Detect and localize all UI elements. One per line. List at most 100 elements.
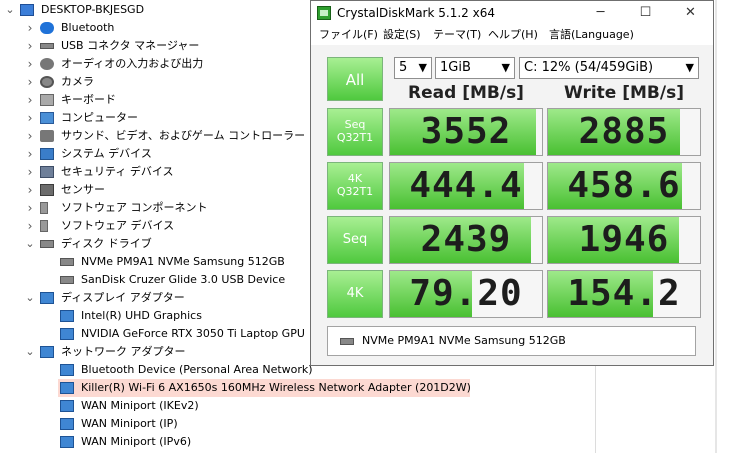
chevron-right-icon[interactable]: › [24,199,36,217]
chevron-right-icon[interactable]: › [24,91,36,109]
system-icon [40,148,54,160]
test-sublabel: Q32T1 [336,185,374,198]
chevron-right-icon[interactable]: › [24,127,36,145]
test-label: Seq [342,232,368,247]
size-value: 1GiB [440,60,471,75]
camera-icon [40,76,54,88]
chevron-right-icon[interactable]: › [24,163,36,181]
tree-device[interactable]: NVMe PM9A1 NVMe Samsung 512GB [0,253,310,271]
tree-category[interactable]: › オーディオの入力および出力 [0,55,310,73]
test-button[interactable]: Seq [327,216,383,264]
tree-label: キーボード [61,93,116,106]
security-icon [40,166,54,178]
write-result-cell: 458.6 [547,162,701,210]
count-value: 5 [399,60,408,75]
write-result-cell: 154.2 [547,270,701,318]
tree-device[interactable]: Killer(R) Wi-Fi 6 AX1650s 160MHz Wireles… [58,379,471,397]
menu-language[interactable]: 言語(Language) [549,25,634,45]
tree-device[interactable]: Intel(R) UHD Graphics [0,307,310,325]
read-result-cell: 79.20 [389,270,543,318]
test-button[interactable]: 4K [327,270,383,318]
tree-label: WAN Miniport (IPv6) [81,435,192,448]
chevron-down-icon: ▼ [418,61,427,74]
menu-bar: ファイル(F) 設定(S) テーマ(T) ヘルプ(H) 言語(Language) [311,25,713,45]
tree-device[interactable]: Bluetooth Device (Personal Area Network) [0,361,313,379]
disk-icon [60,258,74,266]
chevron-right-icon[interactable]: › [24,55,36,73]
keyboard-icon [40,94,54,106]
write-result-value: 1946 [578,219,670,260]
tree-category[interactable]: › システム デバイス [0,145,310,163]
maximize-button[interactable]: ☐ [623,1,668,25]
chevron-down-icon[interactable]: ⌄ [4,1,16,19]
all-button[interactable]: All [327,57,383,101]
tree-device[interactable]: WAN Miniport (IKEv2) [0,397,310,415]
minimize-button[interactable]: ─ [578,1,623,25]
tree-category[interactable]: › キーボード [0,91,310,109]
drive-select[interactable]: C: 12% (54/459GiB) ▼ [519,57,699,79]
tree-category[interactable]: ⌄ ディスプレイ アダプター [0,289,310,307]
tree-category[interactable]: › コンピューター [0,109,310,127]
tree-device[interactable]: WAN Miniport (IP) [0,415,310,433]
sound-icon [40,130,54,142]
test-button[interactable]: Seq Q32T1 [327,108,383,156]
close-button[interactable]: ✕ [668,1,713,25]
test-button[interactable]: 4K Q32T1 [327,162,383,210]
tree-label: カメラ [61,75,94,88]
tree-device[interactable]: NVIDIA GeForce RTX 3050 Ti Laptop GPU [0,325,310,343]
tree-category[interactable]: › サウンド、ビデオ、およびゲーム コントローラー [0,127,310,145]
menu-theme[interactable]: テーマ(T) [433,25,481,45]
tree-gutter [595,366,716,453]
computer-icon [20,4,34,16]
write-result-cell: 2885 [547,108,701,156]
tree-root[interactable]: ⌄ DESKTOP-BKJESGD [0,1,310,19]
tree-label: サウンド、ビデオ、およびゲーム コントローラー [61,129,306,142]
chevron-right-icon[interactable]: › [24,145,36,163]
tree-category[interactable]: › USB コネクタ マネージャー [0,37,310,55]
chevron-down-icon[interactable]: ⌄ [24,343,36,361]
tree-category[interactable]: › Bluetooth [0,19,310,37]
tree-category[interactable]: ⌄ ディスク ドライブ [0,235,310,253]
display-adapter-icon [40,292,54,304]
software-icon [40,202,48,214]
tree-label: ディスク ドライブ [61,237,152,250]
chevron-down-icon[interactable]: ⌄ [24,235,36,253]
display-adapter-icon [60,328,74,340]
test-label: 4K [346,286,364,301]
count-select[interactable]: 5 ▼ [394,57,432,79]
tree-label: WAN Miniport (IP) [81,417,178,430]
tree-category[interactable]: › カメラ [0,73,310,91]
tree-category[interactable]: › ソフトウェア コンポーネント [0,199,310,217]
title-bar[interactable]: CrystalDiskMark 5.1.2 x64 ─ ☐ ✕ [311,1,713,25]
chevron-right-icon[interactable]: › [24,109,36,127]
network-icon [40,346,54,358]
chevron-down-icon[interactable]: ⌄ [24,289,36,307]
disk-icon [60,276,74,284]
chevron-right-icon[interactable]: › [24,37,36,55]
menu-help[interactable]: ヘルプ(H) [488,25,538,45]
chevron-right-icon[interactable]: › [24,73,36,91]
read-result-value: 79.20 [409,273,523,314]
bluetooth-icon [40,22,54,34]
tree-label: オーディオの入力および出力 [61,57,204,70]
tree-label: WAN Miniport (IKEv2) [81,399,199,412]
drive-model: NVMe PM9A1 NVMe Samsung 512GB [362,334,566,347]
network-icon [60,418,74,430]
tree-category[interactable]: › セキュリティ デバイス [0,163,310,181]
tree-label: NVMe PM9A1 NVMe Samsung 512GB [81,255,285,268]
tree-device[interactable]: WAN Miniport (IPv6) [0,433,310,451]
chevron-right-icon[interactable]: › [24,217,36,235]
tree-category[interactable]: › センサー [0,181,310,199]
tree-label: DESKTOP-BKJESGD [41,3,145,16]
tree-label: ソフトウェア コンポーネント [61,201,208,214]
tree-category[interactable]: › ソフトウェア デバイス [0,217,310,235]
menu-file[interactable]: ファイル(F) [319,25,378,45]
tree-category[interactable]: ⌄ ネットワーク アダプター [0,343,310,361]
chevron-right-icon[interactable]: › [24,181,36,199]
sensor-icon [40,184,54,196]
size-select[interactable]: 1GiB ▼ [435,57,515,79]
tree-label: SanDisk Cruzer Glide 3.0 USB Device [81,273,286,286]
chevron-right-icon[interactable]: › [24,19,36,37]
tree-device[interactable]: SanDisk Cruzer Glide 3.0 USB Device [0,271,310,289]
menu-settings[interactable]: 設定(S) [383,25,421,45]
